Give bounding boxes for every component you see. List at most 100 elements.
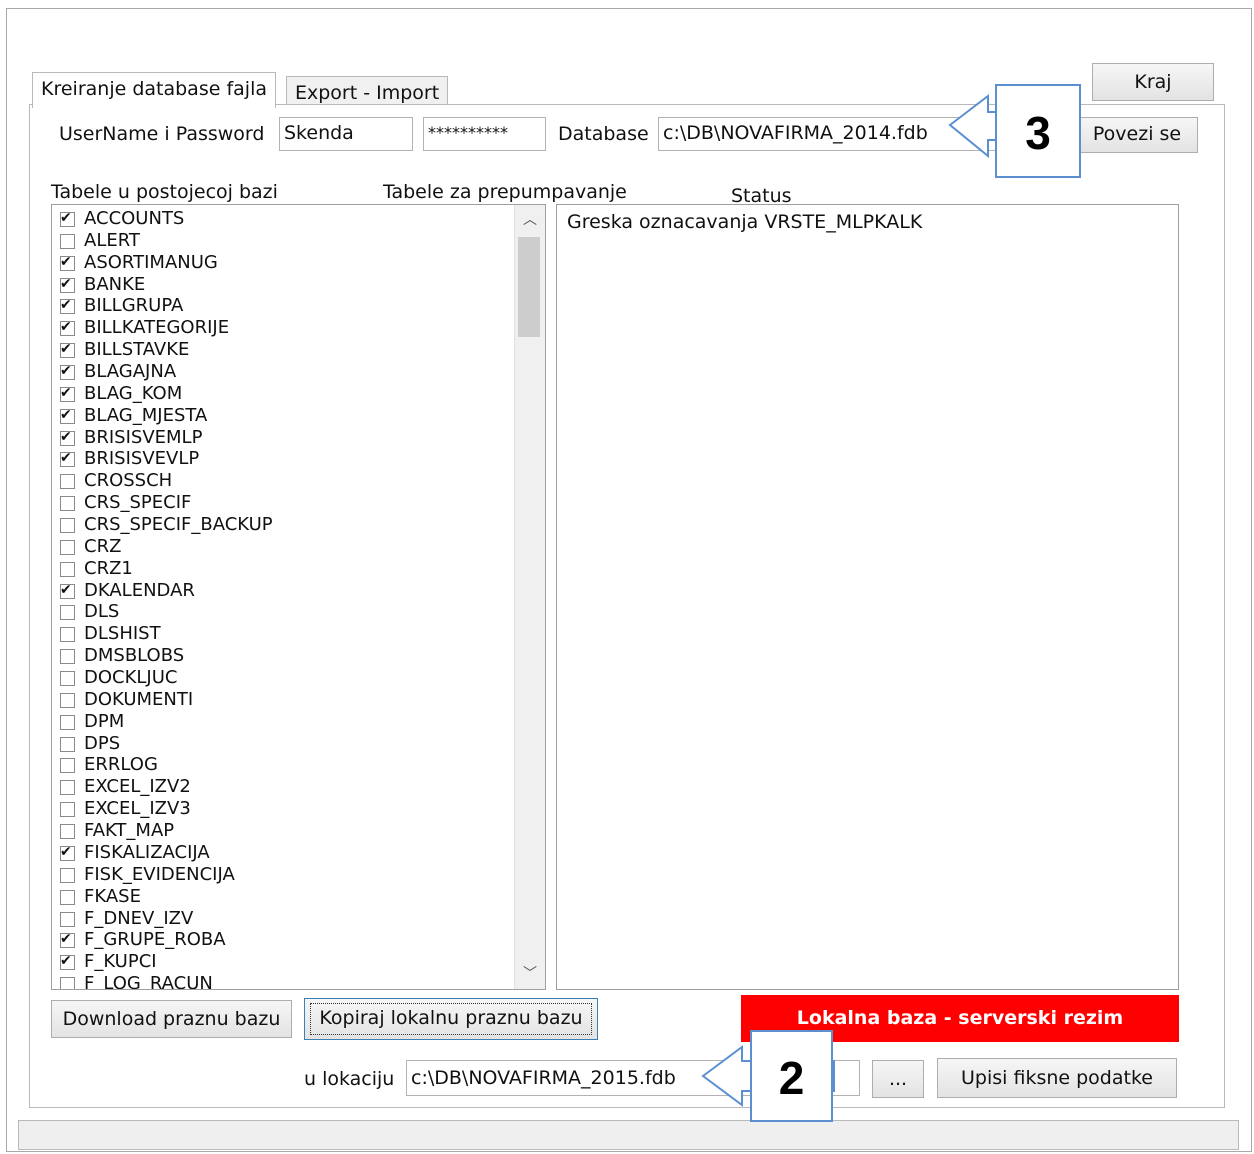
table-list-item[interactable]: FKASE [58, 886, 514, 908]
table-list-item[interactable]: DPS [58, 733, 514, 755]
table-name-label: F_LOG_RACUN [84, 973, 213, 990]
checkbox-unchecked-icon[interactable] [60, 758, 75, 774]
table-list-item[interactable]: F_LOG_RACUN [58, 973, 514, 990]
checkbox-unchecked-icon[interactable] [60, 889, 75, 905]
checkbox-checked-icon[interactable] [60, 386, 75, 402]
table-name-label: DPS [84, 732, 121, 754]
checkbox-unchecked-icon[interactable] [60, 824, 75, 840]
checkbox-unchecked-icon[interactable] [60, 627, 75, 643]
download-button[interactable]: Download praznu bazu [51, 1000, 292, 1038]
tab-kreiranje[interactable]: Kreiranje database fajla [32, 72, 276, 108]
checkbox-unchecked-icon[interactable] [60, 561, 75, 577]
checkbox-unchecked-icon[interactable] [60, 867, 75, 883]
table-list-item[interactable]: EXCEL_IZV3 [58, 798, 514, 820]
kopiraj-button[interactable]: Kopiraj lokalnu praznu bazu [304, 998, 598, 1040]
checkbox-unchecked-icon[interactable] [60, 911, 75, 927]
table-name-label: BILLKATEGORIJE [84, 317, 230, 339]
checkbox-checked-icon[interactable] [60, 255, 75, 271]
checkbox-checked-icon[interactable] [60, 845, 75, 861]
table-name-label: F_DNEV_IZV [84, 907, 194, 929]
checkbox-unchecked-icon[interactable] [60, 539, 75, 555]
callout-3: 3 [995, 84, 1081, 178]
checkbox-unchecked-icon[interactable] [60, 649, 75, 665]
checkbox-checked-icon[interactable] [60, 365, 75, 381]
table-list-item[interactable]: DLSHIST [58, 623, 514, 645]
checkbox-checked-icon[interactable] [60, 212, 75, 227]
table-list-item[interactable]: F_GRUPE_ROBA [58, 929, 514, 951]
table-list-item[interactable]: CRS_SPECIF_BACKUP [58, 514, 514, 536]
checkbox-checked-icon[interactable] [60, 452, 75, 468]
table-list-item[interactable]: BLAG_MJESTA [58, 405, 514, 427]
checkbox-checked-icon[interactable] [60, 955, 75, 971]
table-list-item[interactable]: CRZ1 [58, 558, 514, 580]
status-message: Greska oznacavanja VRSTE_MLPKALK [567, 211, 923, 233]
table-list-item[interactable]: F_DNEV_IZV [58, 908, 514, 930]
table-list-item[interactable]: FISK_EVIDENCIJA [58, 864, 514, 886]
list-scrollbar[interactable]: ︿ ﹀ [514, 205, 545, 989]
table-list-item[interactable]: BRISISVEVLP [58, 448, 514, 470]
checkbox-checked-icon[interactable] [60, 277, 75, 293]
browse-button[interactable]: ... [872, 1060, 924, 1098]
checkbox-unchecked-icon[interactable] [60, 233, 75, 249]
checkbox-unchecked-icon[interactable] [60, 474, 75, 490]
table-name-label: CROSSCH [84, 470, 173, 492]
upisi-button[interactable]: Upisi fiksne podatke [937, 1058, 1177, 1098]
checkbox-unchecked-icon[interactable] [60, 780, 75, 796]
table-list-item[interactable]: DPM [58, 711, 514, 733]
database-label: Database [558, 123, 649, 145]
table-name-label: DPM [84, 710, 125, 732]
table-list-item[interactable]: DOCKLJUC [58, 667, 514, 689]
table-list-item[interactable]: DMSBLOBS [58, 645, 514, 667]
username-input[interactable]: Skenda [279, 117, 413, 151]
password-input[interactable]: ********** [423, 117, 546, 151]
table-list-item[interactable]: BRISISVEMLP [58, 427, 514, 449]
table-list-item[interactable]: BLAG_KOM [58, 383, 514, 405]
checkbox-unchecked-icon[interactable] [60, 736, 75, 752]
kraj-button[interactable]: Kraj [1092, 63, 1214, 101]
table-list-item[interactable]: DOKUMENTI [58, 689, 514, 711]
checkbox-unchecked-icon[interactable] [60, 671, 75, 687]
table-name-label: DLSHIST [84, 623, 161, 645]
checkbox-unchecked-icon[interactable] [60, 496, 75, 512]
table-name-label: CRZ [84, 535, 122, 557]
checkbox-checked-icon[interactable] [60, 430, 75, 446]
table-list-item[interactable]: ALERT [58, 230, 514, 252]
table-list-item[interactable]: BILLGRUPA [58, 295, 514, 317]
table-list-item[interactable]: F_KUPCI [58, 951, 514, 973]
table-list-item[interactable]: ACCOUNTS [58, 208, 514, 230]
scroll-down-icon[interactable]: ﹀ [515, 963, 545, 983]
scroll-up-icon[interactable]: ︿ [515, 209, 545, 229]
checkbox-checked-icon[interactable] [60, 583, 75, 599]
scroll-thumb[interactable] [518, 237, 540, 337]
table-list-item[interactable]: ERRLOG [58, 754, 514, 776]
checkbox-checked-icon[interactable] [60, 299, 75, 315]
table-list-item[interactable]: EXCEL_IZV2 [58, 776, 514, 798]
checkbox-unchecked-icon[interactable] [60, 977, 75, 989]
checkbox-unchecked-icon[interactable] [60, 714, 75, 730]
table-list-item[interactable]: FAKT_MAP [58, 820, 514, 842]
table-name-label: CRS_SPECIF [84, 492, 192, 514]
table-list-item[interactable]: ASORTIMANUG [58, 252, 514, 274]
checkbox-unchecked-icon[interactable] [60, 802, 75, 818]
table-list-item[interactable]: CRZ [58, 536, 514, 558]
table-list-item[interactable]: DLS [58, 601, 514, 623]
checkbox-unchecked-icon[interactable] [60, 692, 75, 708]
checkbox-checked-icon[interactable] [60, 343, 75, 359]
checkbox-checked-icon[interactable] [60, 321, 75, 337]
table-name-label: DKALENDAR [84, 579, 195, 601]
checkbox-checked-icon[interactable] [60, 408, 75, 424]
table-list-item[interactable]: BANKE [58, 274, 514, 296]
povezi-button[interactable]: Povezi se [1076, 117, 1198, 153]
table-list-item[interactable]: BILLSTAVKE [58, 339, 514, 361]
table-list-item[interactable]: BILLKATEGORIJE [58, 317, 514, 339]
table-list-item[interactable]: BLAGAJNA [58, 361, 514, 383]
tables-checklist[interactable]: ACCOUNTSALERTASORTIMANUGBANKEBILLGRUPABI… [51, 204, 546, 990]
table-list-item[interactable]: DKALENDAR [58, 580, 514, 602]
table-list-item[interactable]: CRS_SPECIF [58, 492, 514, 514]
checkbox-unchecked-icon[interactable] [60, 518, 75, 534]
checkbox-checked-icon[interactable] [60, 933, 75, 949]
table-list-item[interactable]: FISKALIZACIJA [58, 842, 514, 864]
table-list-item[interactable]: CROSSCH [58, 470, 514, 492]
checkbox-unchecked-icon[interactable] [60, 605, 75, 621]
table-name-label: F_GRUPE_ROBA [84, 929, 226, 951]
